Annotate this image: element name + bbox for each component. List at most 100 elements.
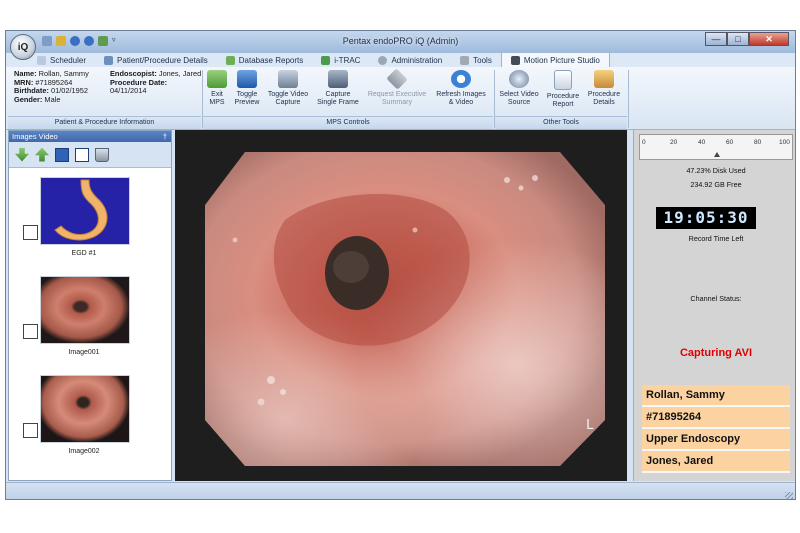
tab-i-trac[interactable]: i-TRAC	[312, 55, 369, 65]
refresh-icon	[451, 70, 471, 88]
list-item[interactable]: EGD #1	[9, 171, 171, 267]
thumbnail-endoscopy-image[interactable]	[40, 375, 130, 443]
tab-label: Scheduler	[50, 55, 87, 65]
tab-database-reports[interactable]: Database Reports	[217, 55, 312, 65]
summary-mrn: #71895264	[642, 407, 790, 429]
patient-summary-block: Rollan, Sammy #71895264 Upper Endoscopy …	[642, 385, 790, 473]
images-video-panel: Images Video † EGD #1 Image001 Image002	[8, 130, 172, 481]
tab-label: Database Reports	[238, 55, 304, 65]
capture-single-frame-button[interactable]: Capture Single Frame	[315, 70, 361, 106]
details-icon	[594, 70, 614, 88]
procedure-report-button[interactable]: Procedure Report	[544, 70, 582, 108]
app-menu-button[interactable]: iQ	[10, 34, 36, 60]
gauge-tick-label: 100	[779, 139, 790, 146]
tab-label: Administration	[391, 55, 443, 65]
delete-icon[interactable]	[95, 147, 109, 162]
button-label: Toggle Preview	[234, 91, 260, 106]
admin-icon	[378, 55, 388, 65]
button-label: Request Executive Summary	[367, 91, 427, 106]
tab-label: Tools	[473, 55, 492, 65]
disk-usage-gauge: 0 20 40 60 80 100	[639, 134, 793, 160]
ribbon-separator	[628, 70, 629, 128]
button-label: Refresh Images & Video	[436, 91, 486, 106]
minimize-button[interactable]: —	[705, 32, 727, 46]
exit-mps-button[interactable]: Exit MPS	[204, 70, 230, 106]
stomach-icon	[54, 179, 108, 241]
disk-used-text: 47.23% Disk Used	[686, 166, 746, 175]
thumbnail-checkbox[interactable]	[23, 324, 38, 339]
tab-scheduler[interactable]: Scheduler	[28, 55, 95, 65]
scheduler-icon	[37, 55, 46, 65]
group-label-other: Other Tools	[495, 116, 627, 129]
gauge-tick-label: 60	[726, 139, 734, 146]
select-all-icon[interactable]	[55, 147, 69, 162]
thumbnail-endoscopy-image[interactable]	[40, 276, 130, 344]
tab-administration[interactable]: Administration	[369, 55, 451, 65]
video-overlay-text: L	[586, 418, 594, 433]
app-logo: iQ	[17, 41, 29, 53]
tab-label: Motion Picture Studio	[523, 55, 600, 65]
select-video-source-button[interactable]: Select Video Source	[497, 70, 541, 106]
channel-status-label: Channel Status:	[690, 294, 742, 303]
ribbon-tabs: Scheduler Patient/Procedure Details Data…	[6, 53, 795, 68]
report-icon	[554, 70, 572, 90]
tools-icon	[460, 55, 470, 65]
images-toolbar	[9, 142, 171, 168]
gauge-tick-label: 20	[670, 139, 678, 146]
summary-icon	[386, 68, 408, 90]
tab-tools[interactable]: Tools	[451, 55, 501, 65]
record-time-display: 19:05:30	[656, 207, 756, 229]
patient-icon	[104, 55, 114, 65]
thumbnail-checkbox[interactable]	[23, 225, 38, 240]
download-icon[interactable]	[15, 147, 29, 162]
thumbnail-checkbox[interactable]	[23, 423, 38, 438]
pin-icon[interactable]: †	[163, 131, 167, 142]
video-source-icon	[509, 70, 529, 88]
images-panel-title: Images Video	[12, 132, 58, 141]
button-label: Procedure Report	[546, 93, 580, 108]
status-panel: 0 20 40 60 80 100 47.23% Disk Used 234.9…	[633, 130, 795, 481]
database-icon	[225, 55, 235, 65]
list-item[interactable]: Image002	[9, 369, 171, 465]
live-video-view[interactable]: L	[175, 130, 627, 481]
close-button[interactable]: ✕	[749, 32, 789, 46]
tab-patient-procedure-details[interactable]: Patient/Procedure Details	[95, 55, 217, 65]
deselect-icon[interactable]	[75, 147, 89, 162]
window-controls: — □ ✕	[705, 32, 789, 46]
toggle-video-capture-button[interactable]: Toggle Video Capture	[265, 70, 311, 106]
maximize-button[interactable]: □	[727, 32, 749, 46]
main-area: Images Video † EGD #1 Image001 Image002 …	[6, 130, 795, 481]
patient-info-col1: Name: Rollan, Sammy MRN: #71895264 Birth…	[14, 69, 108, 104]
thumbnail-caption: EGD #1	[71, 250, 97, 257]
resize-grip-icon[interactable]	[785, 492, 793, 499]
procedure-date: 04/11/2014	[110, 86, 147, 96]
toggle-preview-button[interactable]: Toggle Preview	[232, 70, 262, 106]
thumbnail-stomach-diagram[interactable]	[40, 177, 130, 245]
exit-icon	[207, 70, 227, 88]
capture-status: Capturing AVI	[679, 347, 753, 359]
patient-gender: Male	[44, 94, 61, 104]
list-item[interactable]: Image001	[9, 270, 171, 366]
camera-icon	[278, 70, 298, 88]
procedure-details-button[interactable]: Procedure Details	[585, 70, 623, 106]
tab-label: Patient/Procedure Details	[117, 55, 208, 65]
upload-icon[interactable]	[35, 147, 49, 162]
gauge-tick-label: 0	[642, 139, 646, 146]
thumbnail-caption: Image002	[68, 448, 100, 455]
patient-info-col2: Endoscopist: Jones, Jared Procedure Date…	[110, 69, 202, 96]
group-label-patient: Patient & Procedure Information	[8, 116, 201, 129]
button-label: Procedure Details	[587, 91, 621, 106]
summary-procedure: Upper Endoscopy	[642, 429, 790, 451]
window-title: Pentax endoPRO iQ (Admin)	[342, 36, 459, 46]
refresh-images-video-button[interactable]: Refresh Images & Video	[433, 70, 489, 106]
record-time-label: Record Time Left	[688, 234, 744, 243]
disk-free-text: 234.92 GB Free	[690, 180, 742, 189]
thumbnail-caption: Image001	[68, 349, 100, 356]
itrac-icon	[321, 55, 331, 65]
request-executive-summary-button[interactable]: Request Executive Summary	[364, 68, 430, 106]
images-panel-header: Images Video †	[9, 131, 171, 142]
tab-motion-picture-studio[interactable]: Motion Picture Studio	[500, 53, 610, 67]
button-label: Select Video Source	[499, 91, 539, 106]
button-label: Exit MPS	[209, 91, 225, 106]
button-label: Toggle Video Capture	[267, 91, 309, 106]
